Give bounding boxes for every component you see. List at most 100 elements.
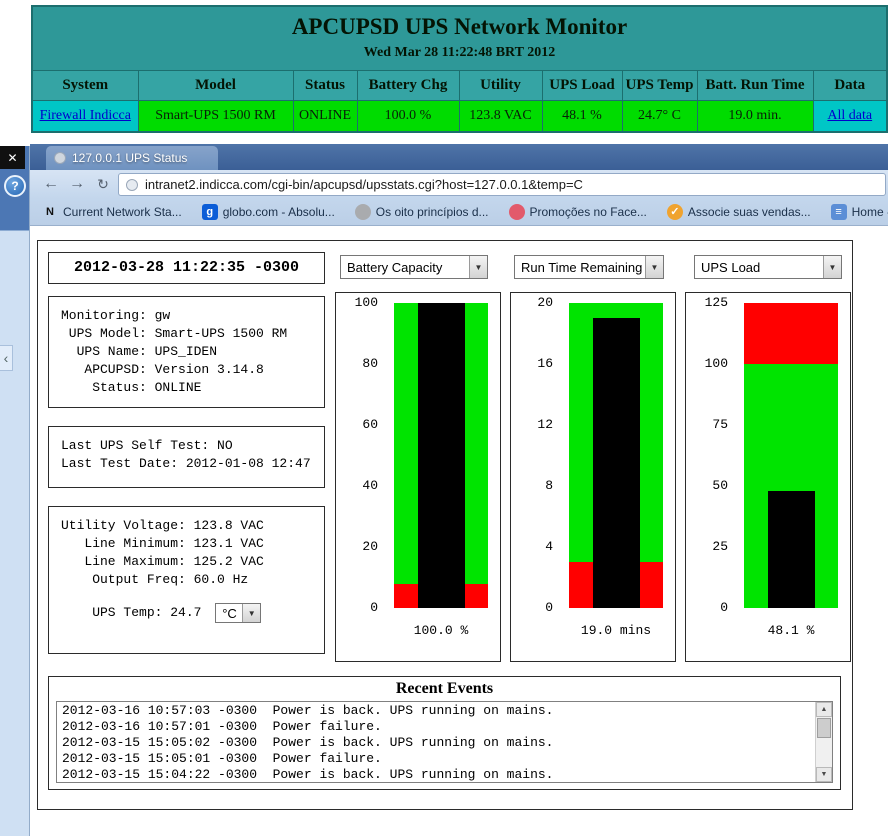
forward-button[interactable]: → <box>66 173 88 195</box>
gauge-select-3[interactable]: UPS Load ▼ <box>694 255 842 279</box>
bookmark-favicon <box>354 204 371 220</box>
chevron-down-icon[interactable]: ▼ <box>469 256 487 278</box>
gauge-tick-label: 50 <box>712 478 728 493</box>
utility-info-text: Utility Voltage: 123.8 VAC Line Minimum:… <box>61 518 264 587</box>
gauge-runtime-remaining: 0 4 8 12 16 20 19.0 mins <box>510 292 676 662</box>
page-content: 2012-03-28 11:22:35 -0300 Battery Capaci… <box>30 226 888 836</box>
gauge-tick-label: 75 <box>712 417 728 432</box>
gauge-value-label: 19.0 mins <box>580 623 652 638</box>
gauge-select-1[interactable]: Battery Capacity ▼ <box>340 255 488 279</box>
gauge-tick-label: 0 <box>545 600 553 615</box>
close-window-button[interactable]: ✕ <box>0 146 25 169</box>
gauge-value-bar <box>767 490 815 608</box>
gauge-tick-label: 0 <box>720 600 728 615</box>
scroll-up-button[interactable]: ▲ <box>816 702 832 717</box>
bookmark-label: Promoções no Face... <box>529 205 647 219</box>
data-cell: All data <box>812 100 888 133</box>
chevron-down-icon[interactable]: ▼ <box>242 604 261 622</box>
bookmark-item[interactable]: ≡ Home - Googl <box>830 204 888 220</box>
gauge-value-bar <box>417 303 465 608</box>
col-header-runtime: Batt. Run Time <box>696 70 814 101</box>
chevron-down-icon[interactable]: ▼ <box>645 256 663 278</box>
events-log[interactable]: 2012-03-16 10:57:03 -0300 Power is back.… <box>56 701 833 783</box>
utility-info-box: Utility Voltage: 123.8 VAC Line Minimum:… <box>48 506 325 654</box>
gauge-tick-label: 60 <box>362 417 378 432</box>
events-scrollbar[interactable]: ▲ ▼ <box>815 702 832 782</box>
all-data-link[interactable]: All data <box>827 108 872 123</box>
gauge-tick-label: 20 <box>537 295 553 310</box>
events-text: 2012-03-16 10:57:03 -0300 Power is back.… <box>62 703 554 782</box>
selftest-info-text: Last UPS Self Test: NO Last Test Date: 2… <box>61 438 311 471</box>
gauge-tick-label: 125 <box>704 295 728 310</box>
ups-monitor-table: APCUPSD UPS Network Monitor Wed Mar 28 1… <box>31 5 888 133</box>
gauge-tick-label: 20 <box>362 539 378 554</box>
gauge-tick-label: 80 <box>362 356 378 371</box>
bookmark-item[interactable]: ✓ Associe suas vendas... <box>666 204 811 220</box>
gauge-zone <box>744 303 838 364</box>
monitor-columns-row: System Model Status Battery Chg Utility … <box>31 70 888 101</box>
gauge-tick-label: 100 <box>704 356 728 371</box>
temp-unit-value: °C <box>222 605 237 621</box>
monitor-date: Wed Mar 28 11:22:48 BRT 2012 <box>363 45 556 60</box>
bookmark-label: Home - Googl <box>851 205 888 219</box>
gauge-tick-label: 100 <box>354 295 378 310</box>
col-header-load: UPS Load <box>541 70 623 101</box>
gauge-tick-label: 4 <box>545 539 553 554</box>
recent-events-panel: Recent Events 2012-03-16 10:57:03 -0300 … <box>48 676 841 790</box>
system-cell: Firewall Indicca <box>31 100 139 133</box>
col-header-battery: Battery Chg <box>356 70 460 101</box>
url-text: intranet2.indicca.com/cgi-bin/apcupsd/up… <box>145 177 583 192</box>
bookmark-item[interactable]: g globo.com - Absolu... <box>201 204 335 220</box>
triangle-up-icon: ▲ <box>820 706 828 713</box>
bookmark-label: Associe suas vendas... <box>687 205 811 219</box>
bookmark-item[interactable]: N Current Network Sta... <box>42 204 182 220</box>
bookmark-favicon: ≡ <box>830 204 847 220</box>
gauge-select-2[interactable]: Run Time Remaining ▼ <box>514 255 664 279</box>
gauge-select-3-value: UPS Load <box>701 259 761 275</box>
chevron-down-icon[interactable]: ▼ <box>823 256 841 278</box>
bookmarks-bar: N Current Network Sta... g globo.com - Abso… <box>30 199 888 226</box>
gauge-select-1-value: Battery Capacity <box>347 259 443 275</box>
close-icon: ✕ <box>7 150 18 165</box>
battery-cell: 100.0 % <box>356 100 460 133</box>
monitor-title: APCUPSD UPS Network Monitor <box>291 14 628 39</box>
ups-temp-label: UPS Temp: 24.7 <box>61 605 210 620</box>
col-header-system: System <box>31 70 139 101</box>
chevron-left-icon: ‹ <box>3 350 9 366</box>
gauge-tick-label: 40 <box>362 478 378 493</box>
recent-events-title: Recent Events <box>395 680 494 697</box>
gauge-tick-label: 25 <box>712 539 728 554</box>
ups-temp-row: UPS Temp: 24.7 °C ▼ <box>61 603 312 623</box>
bookmark-favicon: N <box>46 206 54 218</box>
reload-button[interactable]: ↻ <box>92 173 114 195</box>
panel-collapse-button[interactable]: ‹ <box>0 345 13 371</box>
gauge-tick-label: 12 <box>537 417 553 432</box>
utility-cell: 123.8 VAC <box>458 100 543 133</box>
temp-unit-select[interactable]: °C ▼ <box>215 603 262 623</box>
gauge-battery-capacity: 0 20 40 60 80 100 100.0 % <box>335 292 501 662</box>
selftest-info-box: Last UPS Self Test: NO Last Test Date: 2… <box>48 426 325 488</box>
browser-toolbar: ← → ↻ intranet2.indicca.com/cgi-bin/apcu… <box>30 170 888 199</box>
address-bar[interactable]: intranet2.indicca.com/cgi-bin/apcupsd/up… <box>118 173 886 196</box>
question-icon: ? <box>11 179 19 193</box>
gauge-axis: 0 25 50 75 100 125 <box>690 293 728 661</box>
back-button[interactable]: ← <box>40 173 62 195</box>
help-button[interactable]: ? <box>4 175 26 197</box>
col-header-model: Model <box>137 70 294 101</box>
bookmark-item[interactable]: Promoções no Face... <box>508 204 647 220</box>
gauge-value-label: 100.0 % <box>413 623 469 638</box>
bookmark-item[interactable]: Os oito princípios d... <box>354 204 489 220</box>
monitor-info-text: Monitoring: gw UPS Model: Smart-UPS 1500… <box>61 308 288 395</box>
scroll-down-button[interactable]: ▼ <box>816 767 832 782</box>
tab-favicon <box>54 152 66 164</box>
gauge-tick-label: 0 <box>370 600 378 615</box>
bookmark-label: Os oito princípios d... <box>375 205 489 219</box>
status-cell: ONLINE <box>292 100 358 133</box>
browser-tab[interactable]: 127.0.0.1 UPS Status <box>46 146 218 170</box>
bookmark-label: globo.com - Absolu... <box>222 205 335 219</box>
scrollbar-thumb[interactable] <box>817 718 831 738</box>
bookmark-favicon: g <box>201 204 218 220</box>
system-link[interactable]: Firewall Indicca <box>40 108 131 123</box>
timestamp-box: 2012-03-28 11:22:35 -0300 <box>48 252 325 284</box>
triangle-down-icon: ▼ <box>820 771 828 778</box>
